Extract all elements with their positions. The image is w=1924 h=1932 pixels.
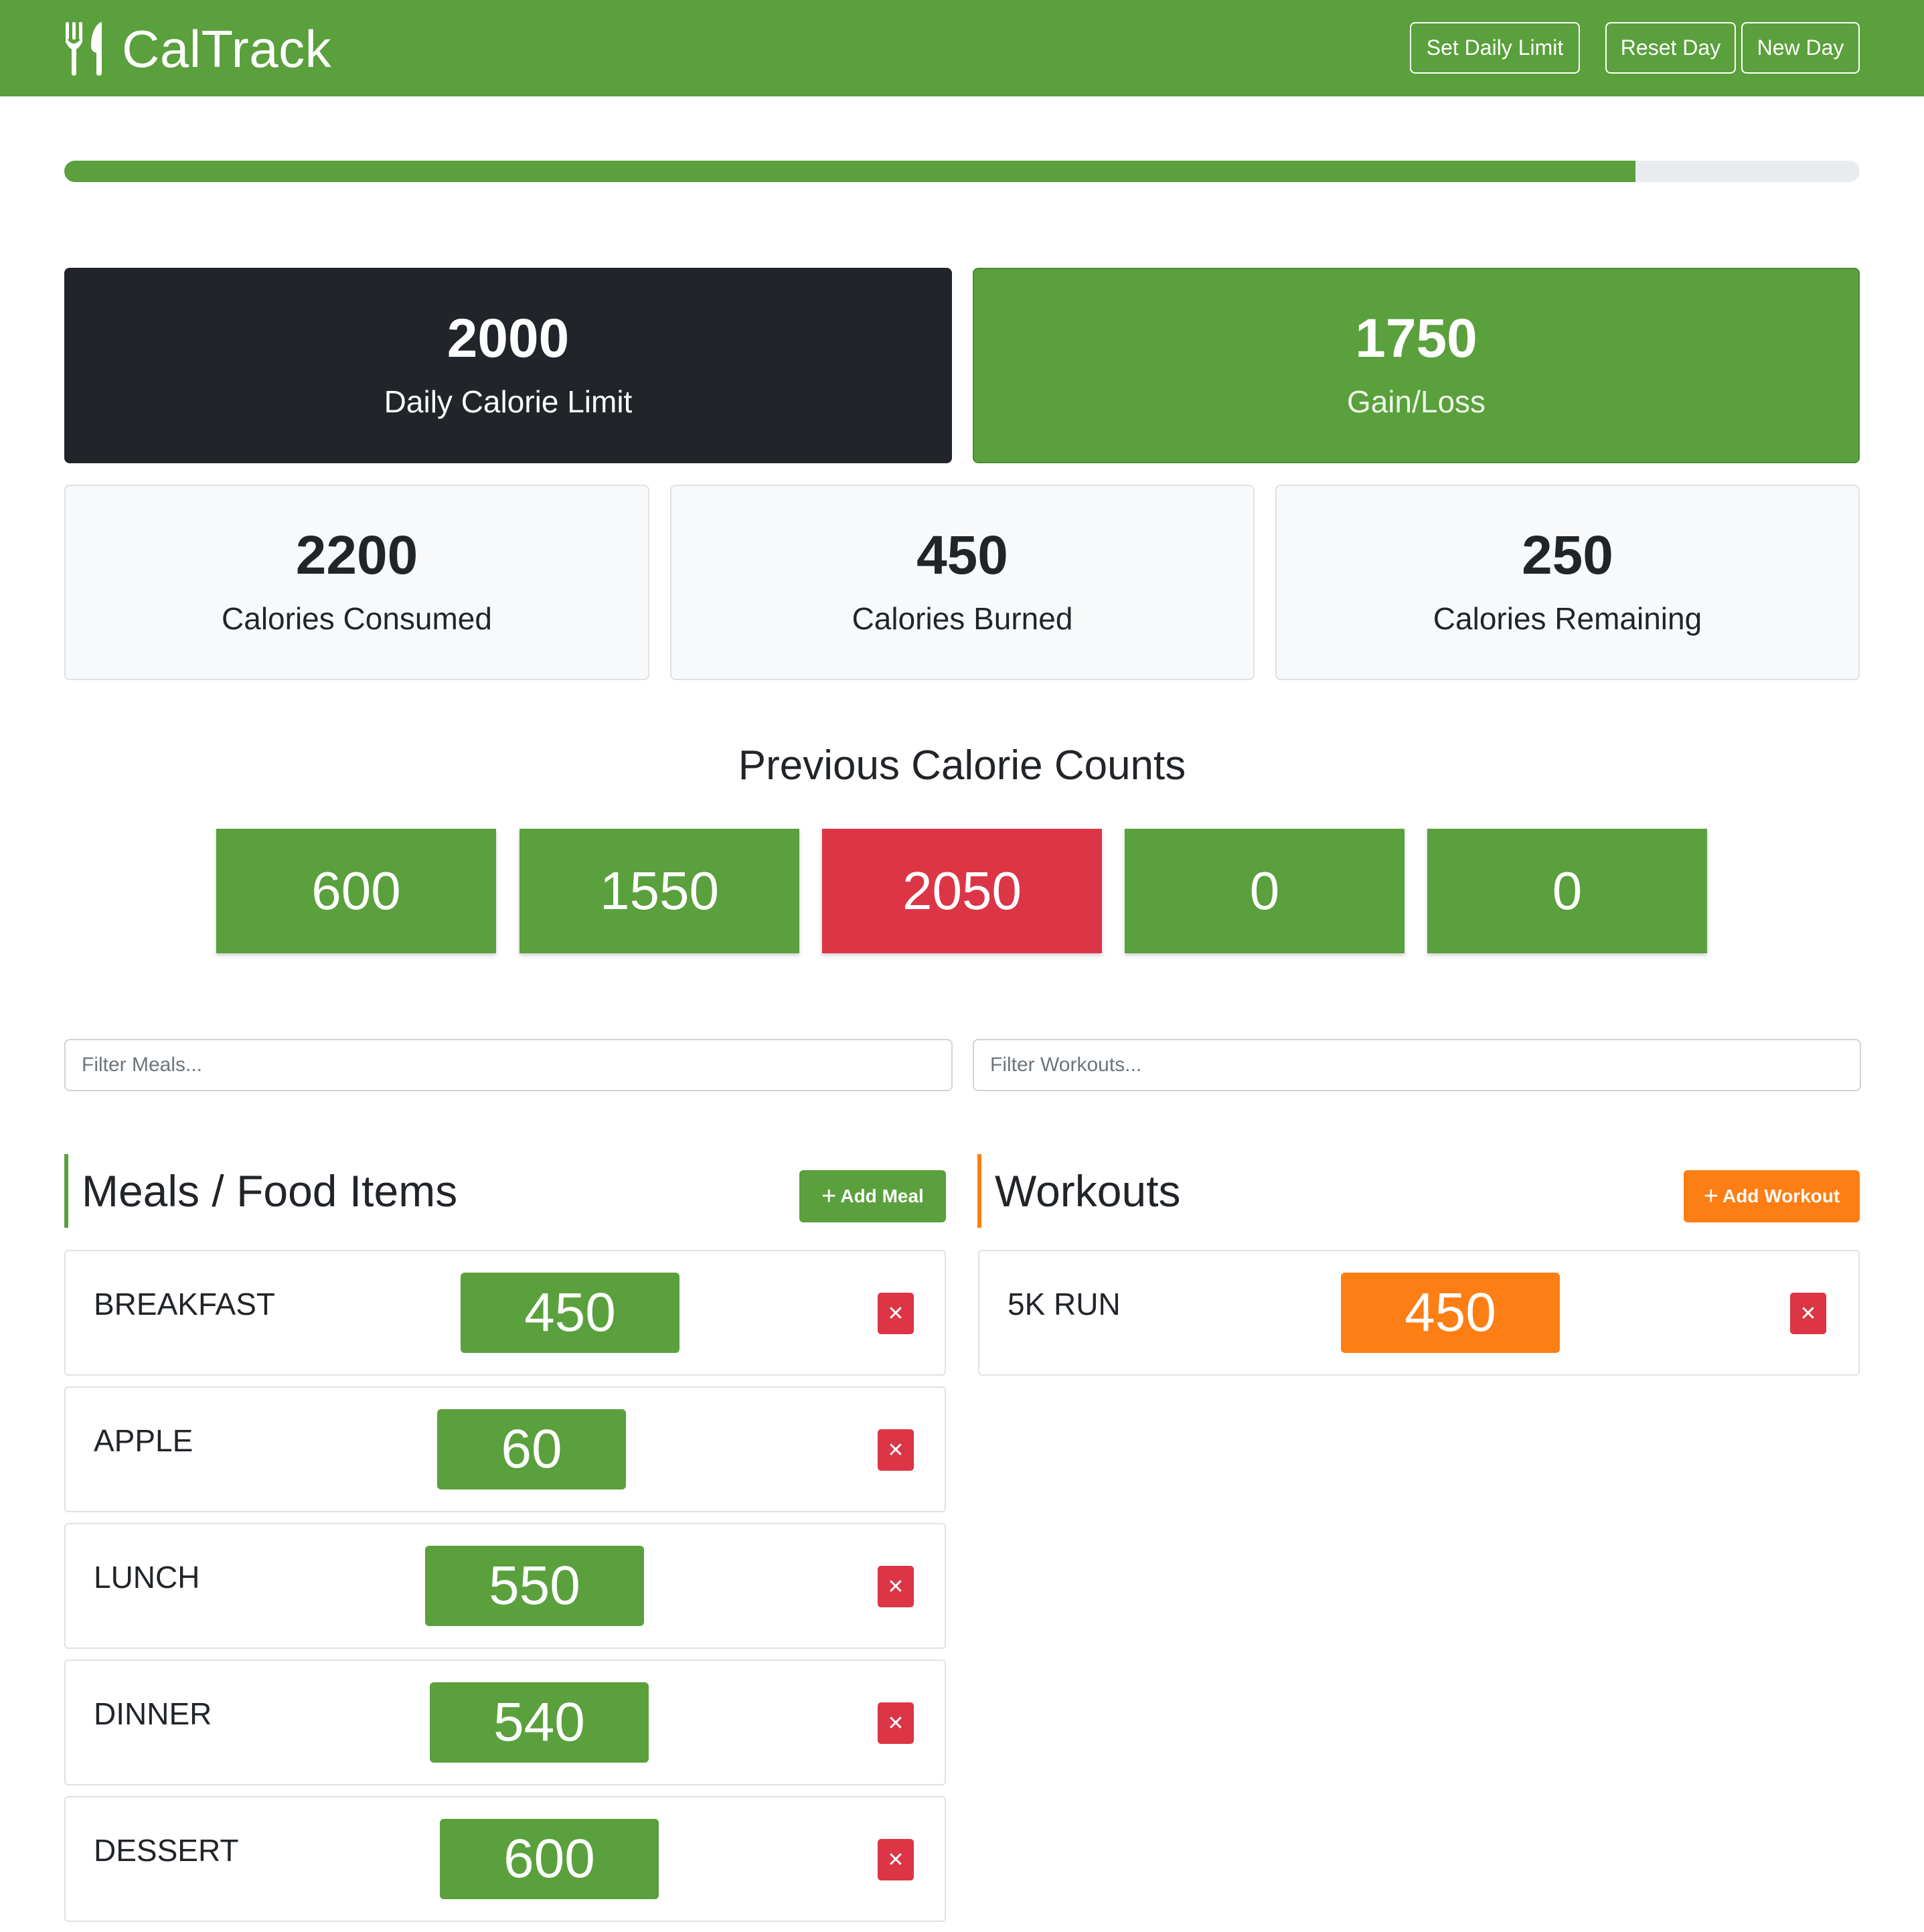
meal-item[interactable]: DINNER 540 ✕ xyxy=(64,1660,946,1785)
calories-burned-label: Calories Burned xyxy=(852,601,1073,636)
calories-burned-value: 450 xyxy=(916,525,1008,586)
set-daily-limit-button[interactable]: Set Daily Limit xyxy=(1410,22,1580,74)
calories-burned-card: 450 Calories Burned xyxy=(670,485,1255,680)
calories-remaining-label: Calories Remaining xyxy=(1433,601,1702,636)
workout-item-name: 5K RUN xyxy=(1008,1287,1121,1321)
meal-item[interactable]: BREAKFAST 450 ✕ xyxy=(64,1250,946,1376)
plus-icon: + xyxy=(1703,1182,1718,1210)
meal-item-name: BREAKFAST xyxy=(94,1287,275,1321)
meal-item[interactable]: APPLE 60 ✕ xyxy=(64,1386,946,1512)
daily-limit-card: 2000 Daily Calorie Limit xyxy=(64,268,952,463)
meal-item-calories: 450 xyxy=(461,1273,679,1353)
meal-item-calories: 600 xyxy=(440,1819,659,1899)
delete-meal-button[interactable]: ✕ xyxy=(878,1702,914,1744)
meal-item-calories: 550 xyxy=(425,1546,644,1626)
calories-consumed-value: 2200 xyxy=(295,525,418,586)
new-day-button[interactable]: New Day xyxy=(1741,22,1860,74)
calories-remaining-value: 250 xyxy=(1522,525,1613,586)
meal-item-name: DESSERT xyxy=(94,1833,239,1868)
meal-item-name: APPLE xyxy=(94,1423,193,1458)
workouts-section-title: Workouts xyxy=(995,1166,1181,1216)
workout-item[interactable]: 5K RUN 450 ✕ xyxy=(978,1250,1860,1376)
reset-day-button[interactable]: Reset Day xyxy=(1605,22,1736,74)
app-title: CalTrack xyxy=(122,19,332,78)
daily-limit-value: 2000 xyxy=(447,308,570,369)
close-icon: ✕ xyxy=(1799,1302,1817,1325)
brand[interactable]: CalTrack xyxy=(64,12,331,86)
meal-item-calories: 540 xyxy=(430,1682,649,1763)
previous-counts-title: Previous Calorie Counts xyxy=(738,742,1186,789)
delete-meal-button[interactable]: ✕ xyxy=(878,1839,914,1880)
meals-accent-bar xyxy=(64,1154,68,1228)
meal-item[interactable]: DESSERT 600 ✕ xyxy=(64,1796,946,1922)
meals-section-title: Meals / Food Items xyxy=(82,1166,458,1216)
close-icon: ✕ xyxy=(887,1439,904,1461)
previous-count-box: 2050 xyxy=(822,829,1102,953)
close-icon: ✕ xyxy=(887,1575,904,1598)
close-icon: ✕ xyxy=(887,1848,904,1871)
meal-item-calories: 60 xyxy=(437,1409,626,1490)
add-workout-label: Add Workout xyxy=(1722,1186,1840,1206)
calories-consumed-card: 2200 Calories Consumed xyxy=(64,485,649,680)
workout-item-calories: 450 xyxy=(1341,1273,1560,1353)
calories-consumed-label: Calories Consumed xyxy=(222,601,492,636)
delete-workout-button[interactable]: ✕ xyxy=(1790,1293,1826,1334)
delete-meal-button[interactable]: ✕ xyxy=(878,1293,914,1334)
delete-meal-button[interactable]: ✕ xyxy=(878,1566,914,1607)
previous-count-box: 600 xyxy=(216,829,496,953)
add-meal-label: Add Meal xyxy=(840,1186,924,1206)
navbar: CalTrack Set Daily Limit Reset Day New D… xyxy=(0,0,1924,96)
add-workout-button[interactable]: + Add Workout xyxy=(1684,1170,1860,1222)
utensils-icon xyxy=(66,22,102,76)
meal-item-name: DINNER xyxy=(94,1696,212,1731)
calories-remaining-card: 250 Calories Remaining xyxy=(1275,485,1860,680)
previous-count-box: 1550 xyxy=(519,829,799,953)
workouts-accent-bar xyxy=(977,1154,981,1228)
close-icon: ✕ xyxy=(887,1712,904,1735)
plus-icon: + xyxy=(821,1182,837,1210)
meal-item[interactable]: LUNCH 550 ✕ xyxy=(64,1523,946,1649)
calorie-progress-bar xyxy=(64,161,1860,182)
meal-item-name: LUNCH xyxy=(94,1560,200,1595)
gain-loss-card: 1750 Gain/Loss xyxy=(973,268,1860,463)
gain-loss-label: Gain/Loss xyxy=(1346,384,1486,419)
daily-limit-label: Daily Calorie Limit xyxy=(384,384,633,419)
previous-count-box: 0 xyxy=(1427,829,1707,953)
add-meal-button[interactable]: + Add Meal xyxy=(799,1170,946,1222)
previous-count-box: 0 xyxy=(1125,829,1405,953)
gain-loss-value: 1750 xyxy=(1355,308,1477,369)
filter-workouts-input[interactable] xyxy=(973,1039,1861,1091)
filter-meals-input[interactable] xyxy=(64,1039,953,1091)
progress-fill xyxy=(64,161,1635,182)
delete-meal-button[interactable]: ✕ xyxy=(878,1429,914,1471)
close-icon: ✕ xyxy=(887,1302,904,1325)
